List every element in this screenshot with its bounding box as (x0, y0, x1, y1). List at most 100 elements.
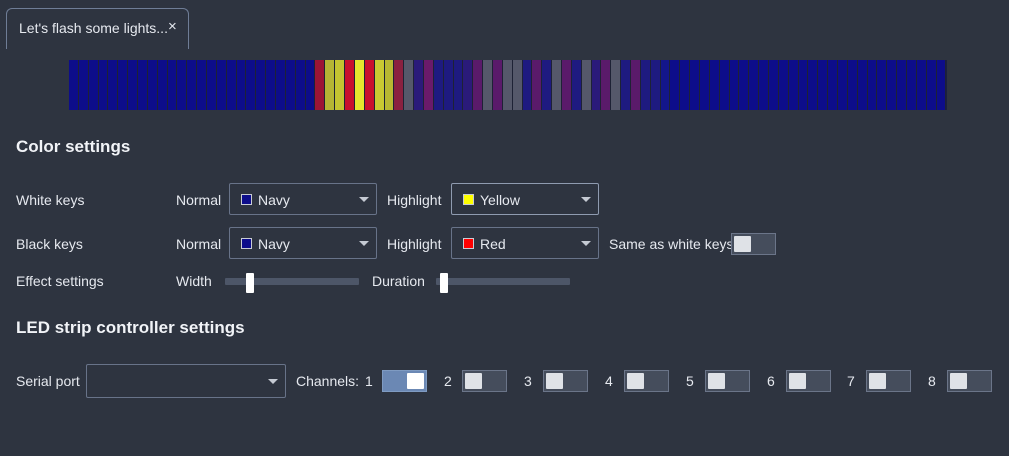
led-cell (522, 60, 533, 110)
chevron-down-icon (581, 197, 591, 202)
white-highlight-select[interactable]: Yellow (451, 183, 599, 215)
tab-title: Let's flash some lights... (19, 20, 168, 36)
led-cell (512, 60, 523, 110)
color-settings-heading: Color settings (16, 137, 131, 156)
black-highlight-value: Red (480, 236, 506, 252)
led-cell (118, 60, 129, 110)
led-cell (709, 60, 720, 110)
led-cell (778, 60, 789, 110)
channel-toggle[interactable] (786, 370, 831, 392)
led-cell (897, 60, 908, 110)
led-cell (226, 60, 237, 110)
led-cell (552, 60, 562, 110)
led-cell (138, 60, 148, 110)
channel-label: 2 (444, 373, 452, 389)
toggle-knob (869, 373, 886, 389)
led-cell (818, 60, 829, 110)
slider-track (225, 278, 359, 285)
black-highlight-select[interactable]: Red (451, 227, 599, 259)
same-as-white-toggle[interactable] (731, 233, 776, 255)
serial-port-select[interactable] (86, 364, 286, 398)
led-cell (847, 60, 858, 110)
led-cell (700, 60, 710, 110)
white-highlight-value: Yellow (480, 192, 520, 208)
slider-thumb[interactable] (440, 273, 449, 293)
led-cell (108, 60, 119, 110)
led-cell (492, 60, 503, 110)
led-cell (414, 60, 424, 110)
led-cell (177, 60, 188, 110)
led-cell (325, 60, 336, 110)
same-as-white-label: Same as white keys (609, 236, 734, 252)
white-highlight-label: Highlight (387, 192, 442, 208)
led-cell (276, 60, 286, 110)
led-cell (88, 60, 99, 110)
led-cell (611, 60, 622, 110)
channel-label: 4 (605, 373, 613, 389)
tab-main[interactable]: Let's flash some lights... × (6, 8, 189, 49)
slider-thumb[interactable] (246, 273, 255, 293)
led-cell (384, 60, 395, 110)
led-cell (335, 60, 346, 110)
close-icon[interactable]: × (168, 18, 177, 35)
channel-toggle[interactable] (866, 370, 911, 392)
white-keys-label: White keys (16, 192, 85, 208)
led-cell (147, 60, 158, 110)
led-strip-preview (69, 60, 947, 110)
led-cell (650, 60, 661, 110)
led-cell (354, 60, 365, 110)
led-cell (630, 60, 641, 110)
led-cell (798, 60, 809, 110)
channel-toggle[interactable] (382, 370, 427, 392)
duration-slider[interactable] (436, 273, 570, 293)
led-cell (759, 60, 770, 110)
led-cell (78, 60, 89, 110)
led-cell (838, 60, 848, 110)
white-normal-label: Normal (176, 192, 222, 208)
chevron-down-icon (581, 241, 591, 246)
channel-label: 5 (686, 373, 694, 389)
channel-toggle[interactable] (624, 370, 669, 392)
led-cell (404, 60, 415, 110)
led-cell (394, 60, 405, 110)
color-swatch (463, 238, 474, 249)
channel-toggle[interactable] (705, 370, 750, 392)
led-cell (828, 60, 839, 110)
channel-label: 1 (365, 373, 373, 389)
slider-track (436, 278, 570, 285)
channel-toggle[interactable] (543, 370, 588, 392)
color-swatch (241, 238, 252, 249)
led-cell (561, 60, 572, 110)
led-cell (98, 60, 109, 110)
led-cell (364, 60, 375, 110)
led-cell (571, 60, 582, 110)
led-cell (266, 60, 277, 110)
black-normal-select[interactable]: Navy (229, 227, 377, 259)
led-cell (788, 60, 799, 110)
width-slider[interactable] (225, 273, 359, 293)
channels-label: Channels: (296, 373, 360, 389)
channel-toggle[interactable] (947, 370, 992, 392)
black-keys-label: Black keys (16, 236, 83, 252)
led-cell (502, 60, 513, 110)
duration-label: Duration (372, 273, 425, 289)
led-cell (729, 60, 740, 110)
led-cell (808, 60, 819, 110)
channel-toggle[interactable] (462, 370, 507, 392)
toggle-knob (546, 373, 563, 389)
led-cell (207, 60, 217, 110)
black-normal-value: Navy (258, 236, 290, 252)
led-cell (887, 60, 898, 110)
led-cell (246, 60, 257, 110)
toggle-knob (627, 373, 644, 389)
led-cell (690, 60, 700, 110)
led-cell (236, 60, 247, 110)
toggle-knob (789, 373, 806, 389)
white-normal-select[interactable]: Navy (229, 183, 377, 215)
led-cell (315, 60, 326, 110)
led-cell (542, 60, 553, 110)
led-cell (443, 60, 454, 110)
led-cell (640, 60, 651, 110)
chevron-down-icon (268, 379, 278, 384)
led-cell (739, 60, 750, 110)
